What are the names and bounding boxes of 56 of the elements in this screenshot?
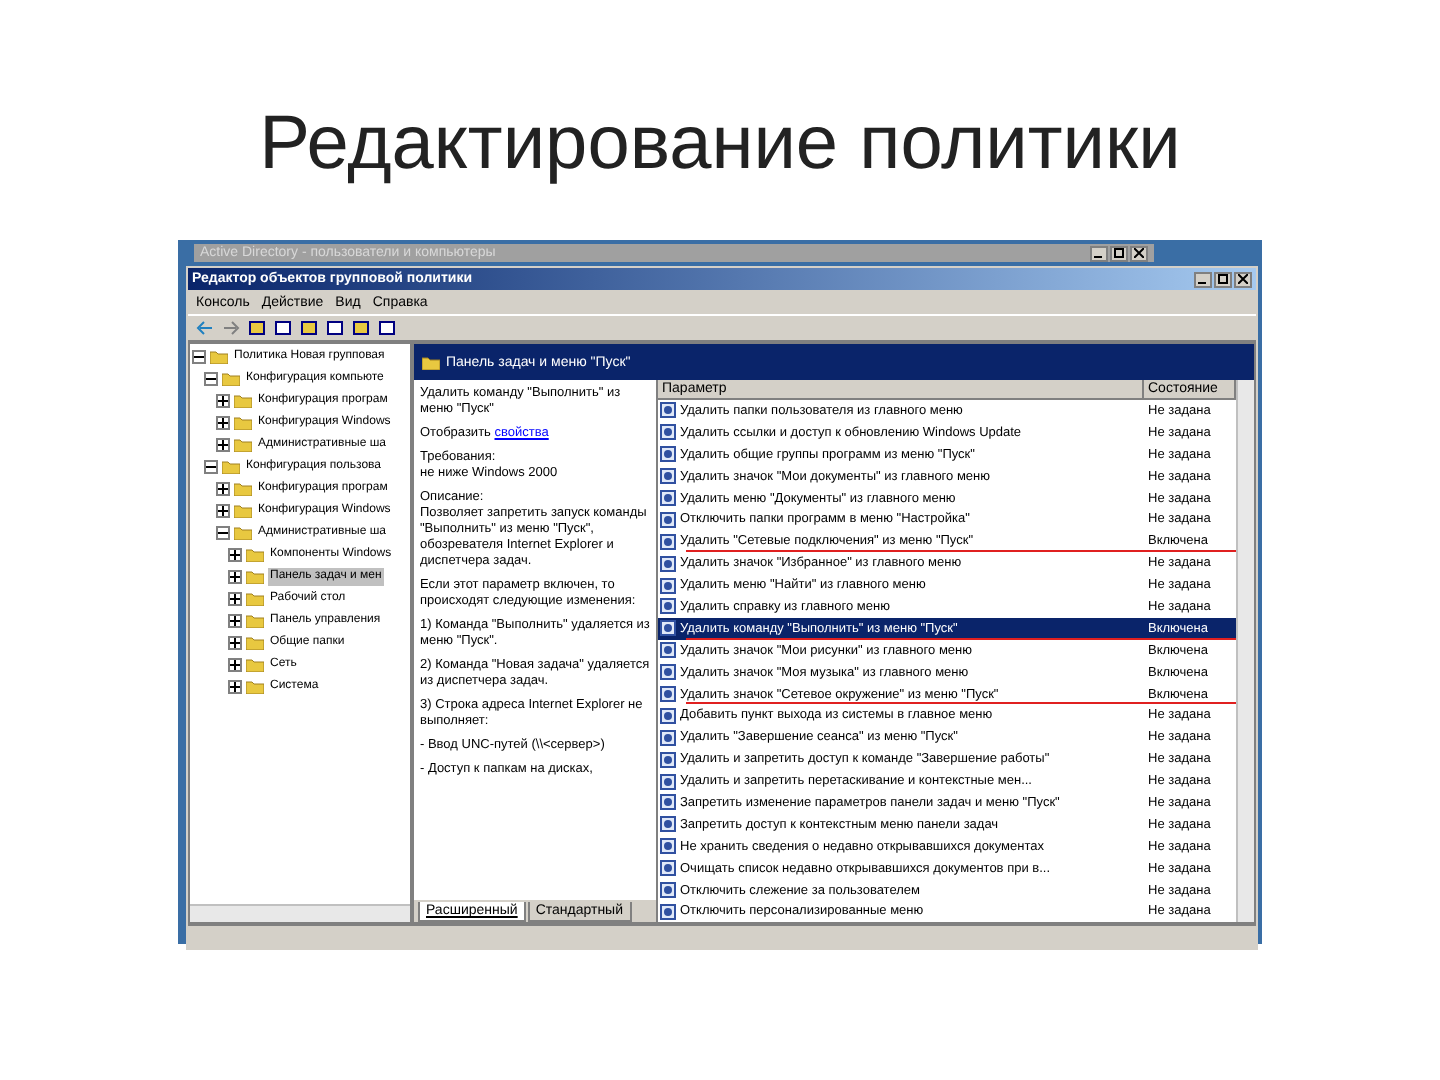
horizontal-scrollbar[interactable] bbox=[190, 904, 410, 923]
policy-icon bbox=[660, 838, 676, 855]
forward-arrow-icon[interactable] bbox=[222, 320, 240, 336]
policy-icon bbox=[660, 620, 676, 637]
policy-icon bbox=[660, 511, 676, 528]
expander-icon[interactable] bbox=[228, 570, 242, 584]
policy-icon bbox=[660, 664, 676, 681]
policy-icon bbox=[660, 642, 676, 659]
back-arrow-icon[interactable] bbox=[196, 320, 214, 336]
maximize-button[interactable] bbox=[1214, 271, 1232, 287]
maximize-button[interactable] bbox=[1110, 245, 1128, 261]
expander-icon[interactable] bbox=[192, 350, 206, 364]
policy-icon bbox=[660, 882, 676, 899]
policy-icon bbox=[660, 794, 676, 811]
policy-icon bbox=[660, 402, 676, 419]
close-button[interactable] bbox=[1234, 271, 1252, 287]
folder-icon bbox=[422, 355, 440, 369]
close-icon bbox=[1238, 274, 1248, 284]
expander-icon[interactable] bbox=[216, 504, 230, 518]
policy-icon bbox=[660, 468, 676, 485]
vertical-scrollbar[interactable] bbox=[1236, 380, 1254, 923]
policy-icon bbox=[660, 555, 676, 572]
policy-icon bbox=[660, 446, 676, 463]
expander-icon[interactable] bbox=[228, 636, 242, 650]
minimize-button[interactable] bbox=[1090, 245, 1108, 261]
policy-icon bbox=[660, 751, 676, 768]
expander-icon[interactable] bbox=[216, 526, 230, 540]
minimize-button[interactable] bbox=[1194, 271, 1212, 287]
policy-icon bbox=[660, 773, 676, 790]
expander-icon[interactable] bbox=[228, 614, 242, 628]
policy-icon bbox=[660, 816, 676, 833]
expander-icon[interactable] bbox=[204, 372, 218, 386]
expander-icon[interactable] bbox=[228, 658, 242, 672]
policy-icon bbox=[660, 860, 676, 877]
policy-icon bbox=[660, 707, 676, 724]
slide-title: Редактирование политики bbox=[259, 100, 1181, 190]
expander-icon[interactable] bbox=[216, 438, 230, 452]
maximize-icon bbox=[1218, 274, 1228, 284]
expander-icon[interactable] bbox=[216, 394, 230, 408]
policy-icon bbox=[660, 577, 676, 594]
policy-icon bbox=[660, 533, 676, 550]
expander-icon[interactable] bbox=[216, 482, 230, 496]
expander-icon[interactable] bbox=[228, 592, 242, 606]
policy-icon bbox=[660, 903, 676, 920]
policy-icon bbox=[660, 490, 676, 506]
expander-icon[interactable] bbox=[228, 548, 242, 562]
maximize-icon bbox=[1114, 248, 1124, 258]
policy-icon bbox=[660, 598, 676, 615]
close-icon bbox=[1134, 248, 1144, 258]
policy-icon bbox=[660, 729, 676, 746]
expander-icon[interactable] bbox=[228, 680, 242, 694]
policy-icon bbox=[660, 424, 676, 441]
expander-icon[interactable] bbox=[204, 460, 218, 474]
policy-icon bbox=[660, 686, 676, 703]
close-button[interactable] bbox=[1130, 245, 1148, 261]
expander-icon[interactable] bbox=[216, 416, 230, 430]
